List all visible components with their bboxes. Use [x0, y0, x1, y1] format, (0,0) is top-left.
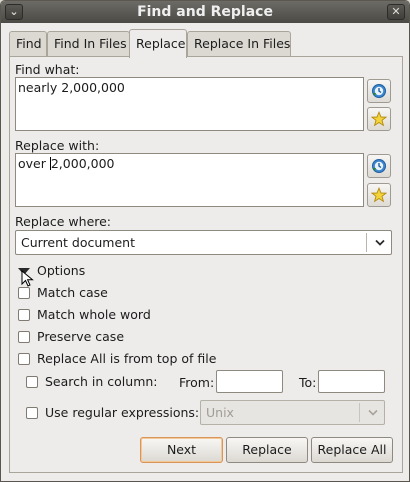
- select-divider: [366, 233, 367, 252]
- star-icon: [371, 111, 387, 127]
- from-column-field[interactable]: [216, 370, 283, 393]
- preserve-case-checkbox[interactable]: [18, 331, 30, 343]
- chevron-down-icon: [368, 409, 378, 416]
- replace-with-field[interactable]: over 2,000,000: [15, 153, 364, 207]
- options-label: Options: [37, 263, 86, 278]
- match-case-checkbox[interactable]: [18, 287, 30, 299]
- close-button[interactable]: ✕: [387, 4, 405, 20]
- replace-where-label: Replace where:: [15, 214, 112, 229]
- find-what-text: nearly 2,000,000: [18, 80, 125, 95]
- title-bar[interactable]: ⌄ Find and Replace ✕: [1, 1, 409, 23]
- close-icon: ✕: [391, 5, 401, 18]
- tab-find-in-files[interactable]: Find In Files: [47, 31, 130, 56]
- to-label: To:: [299, 375, 317, 390]
- regex-label: Use regular expressions:: [45, 405, 200, 420]
- to-column-field[interactable]: [318, 370, 385, 393]
- replace-favorite-button[interactable]: [367, 183, 391, 207]
- whole-word-checkbox[interactable]: [18, 309, 30, 321]
- regex-checkbox[interactable]: [26, 407, 38, 419]
- replace-all-button[interactable]: Replace All: [311, 437, 393, 463]
- tab-replace-in-files[interactable]: Replace In Files: [187, 31, 291, 56]
- from-top-checkbox[interactable]: [18, 353, 30, 365]
- find-what-label: Find what:: [15, 62, 80, 77]
- select-divider: [359, 403, 360, 422]
- replace-with-text-before: over: [18, 156, 50, 171]
- find-history-button[interactable]: [367, 79, 391, 103]
- regex-type-select: Unix: [200, 400, 385, 425]
- window-menu-button[interactable]: ⌄: [5, 4, 23, 20]
- replace-with-label: Replace with:: [15, 138, 100, 153]
- to-column-input[interactable]: [319, 371, 384, 392]
- search-column-label: Search in column:: [45, 374, 158, 389]
- match-case-label: Match case: [37, 285, 108, 300]
- star-icon: [371, 187, 387, 203]
- replace-where-value: Current document: [21, 235, 135, 250]
- next-button[interactable]: Next: [140, 437, 223, 463]
- find-favorite-button[interactable]: [367, 107, 391, 131]
- history-icon: [372, 84, 386, 98]
- whole-word-label: Match whole word: [37, 307, 151, 322]
- from-label: From:: [179, 375, 215, 390]
- regex-type-value: Unix: [206, 405, 234, 420]
- preserve-case-label: Preserve case: [37, 329, 125, 344]
- history-icon: [372, 159, 386, 173]
- replace-button[interactable]: Replace: [226, 437, 308, 463]
- tab-find[interactable]: Find: [9, 31, 47, 56]
- search-column-checkbox[interactable]: [26, 376, 38, 388]
- find-what-field[interactable]: nearly 2,000,000: [15, 77, 364, 131]
- chevron-down-icon: [375, 239, 385, 246]
- from-top-label: Replace All is from top of file: [37, 351, 217, 366]
- replace-where-select[interactable]: Current document: [15, 230, 392, 255]
- replace-with-text-after: 2,000,000: [50, 156, 115, 171]
- chevron-down-icon: ⌄: [9, 5, 19, 18]
- window-title: Find and Replace: [137, 4, 273, 20]
- mouse-pointer-icon: [21, 270, 34, 287]
- find-replace-dialog: ⌄ Find and Replace ✕ Find Find In Files …: [0, 0, 410, 482]
- from-column-input[interactable]: [217, 371, 282, 392]
- replace-history-button[interactable]: [367, 154, 391, 178]
- tab-replace[interactable]: Replace: [129, 29, 187, 58]
